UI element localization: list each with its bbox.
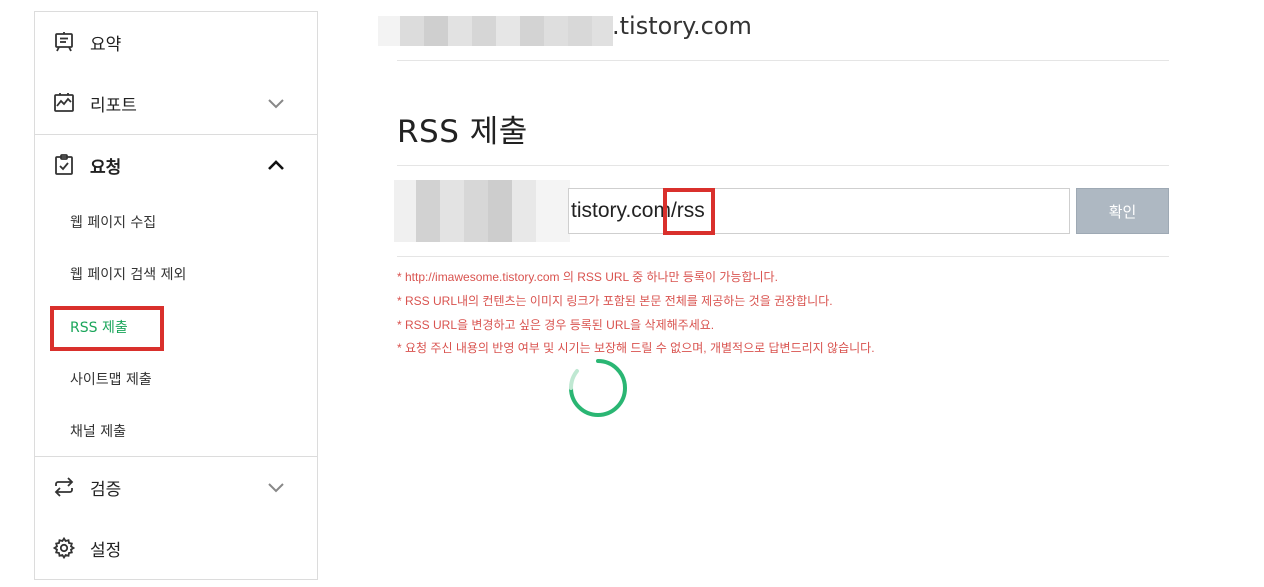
sidebar-subitem-sitemap-submit[interactable]: 사이트맵 제출 <box>70 369 152 389</box>
sidebar-item-label: 리포트 <box>90 95 137 116</box>
request-checklist-icon <box>52 153 76 177</box>
sidebar-item-label: 검증 <box>90 479 122 500</box>
blurred-url-prefix <box>394 180 570 242</box>
chevron-down-icon[interactable] <box>265 476 287 498</box>
site-domain: .tistory.com <box>612 12 752 40</box>
blurred-domain-prefix <box>378 16 613 46</box>
sidebar-item-settings[interactable]: 설정 <box>35 518 317 578</box>
sidebar-subitem-web-page-exclude[interactable]: 웹 페이지 검색 제외 <box>70 264 186 284</box>
confirm-button[interactable]: 확인 <box>1076 188 1169 234</box>
sidebar-item-label: 설정 <box>90 540 122 561</box>
loading-spinner-icon <box>568 359 627 417</box>
sidebar-item-label: 요청 <box>90 157 122 178</box>
rss-url-input[interactable] <box>568 188 1070 234</box>
page-title: RSS 제출 <box>397 114 528 150</box>
sidebar-item-request[interactable]: 요청 <box>35 135 317 195</box>
sidebar-nav: 요약 리포트 요청 웹 페이지 수집 웹 페이지 검색 제외 RSS 제출 사이… <box>34 11 318 580</box>
title-divider <box>397 165 1169 166</box>
sidebar-item-summary[interactable]: 요약 <box>35 12 317 72</box>
settings-gear-icon <box>52 536 76 560</box>
verify-arrows-icon <box>52 475 76 499</box>
notice-text: * http://imawesome.tistory.com 의 RSS URL… <box>397 270 778 284</box>
chevron-down-icon[interactable] <box>265 92 287 114</box>
sidebar-item-report[interactable]: 리포트 <box>35 73 317 133</box>
notice-text: * RSS URL을 변경하고 싶은 경우 등록된 URL을 삭제해주세요. <box>397 318 715 332</box>
form-divider <box>397 256 1169 257</box>
sidebar-subitem-rss-submit[interactable]: RSS 제출 <box>70 317 128 337</box>
summary-board-icon <box>52 30 76 54</box>
chevron-up-icon[interactable] <box>265 154 287 176</box>
sidebar-item-label: 요약 <box>90 34 122 55</box>
notice-text: * 요청 주신 내용의 반영 여부 및 시기는 보장해 드릴 수 없으며, 개별… <box>397 341 875 355</box>
report-chart-icon <box>52 91 76 115</box>
sidebar-item-verify[interactable]: 검증 <box>35 457 317 517</box>
notice-text: * RSS URL내의 컨텐츠는 이미지 링크가 포함된 본문 전체를 제공하는… <box>397 294 833 308</box>
sidebar-subitem-web-page-collect[interactable]: 웹 페이지 수집 <box>70 212 156 232</box>
header-divider <box>397 60 1169 61</box>
sidebar-subitem-channel-submit[interactable]: 채널 제출 <box>70 421 126 441</box>
